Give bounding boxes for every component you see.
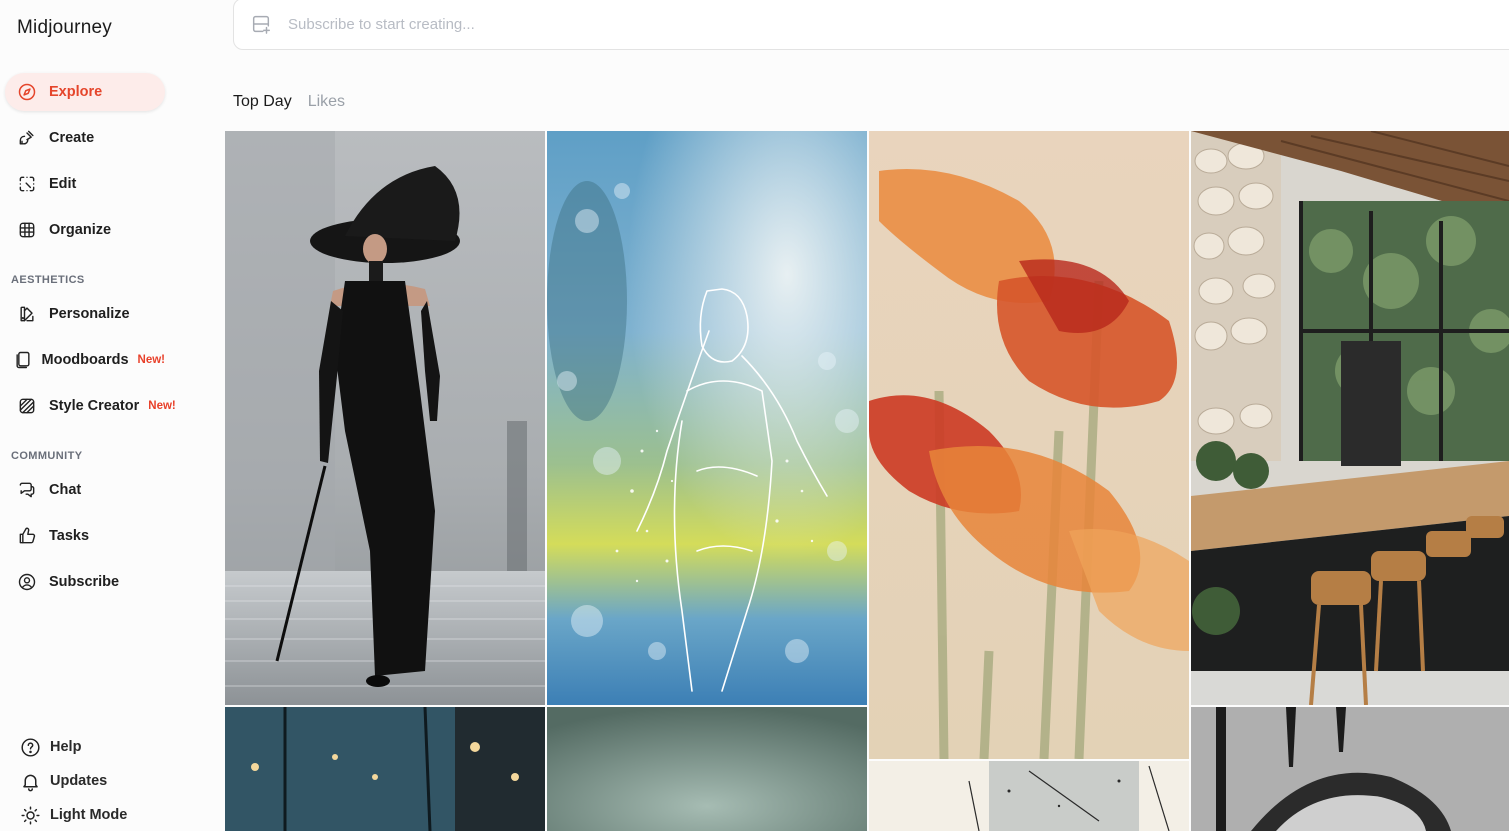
sidebar-item-label: Edit: [49, 176, 77, 192]
sidebar-item-edit[interactable]: Edit: [5, 165, 165, 203]
sidebar-item-moodboards[interactable]: Moodboards New!: [5, 341, 165, 379]
sidebar-item-label: Light Mode: [50, 807, 128, 823]
sidebar-item-subscribe[interactable]: Subscribe: [5, 563, 165, 601]
sun-icon: [18, 805, 42, 826]
sidebar-item-personalize[interactable]: Personalize: [5, 295, 165, 333]
app-logo[interactable]: Midjourney: [17, 17, 112, 39]
grid-icon: [5, 220, 49, 240]
sidebar-item-light-mode[interactable]: Light Mode: [18, 802, 127, 828]
prompt-input[interactable]: [288, 15, 888, 33]
section-heading-aesthetics: AESTHETICS: [11, 274, 85, 286]
gallery-image-bw-spears[interactable]: [1191, 707, 1509, 831]
image-add-icon[interactable]: [234, 13, 288, 35]
sidebar-item-organize[interactable]: Organize: [5, 211, 165, 249]
help-icon: [18, 737, 42, 758]
sidebar: Midjourney Explore Create Edit Organize …: [0, 0, 225, 831]
moodboard-icon: [5, 350, 42, 370]
personalize-icon: [5, 304, 49, 324]
gallery-image-ink-sketch[interactable]: [869, 761, 1189, 831]
prompt-bar: [233, 0, 1509, 50]
feed-tabs: Top Day Likes: [233, 93, 345, 111]
brush-icon: [5, 128, 49, 148]
sidebar-item-label: Explore: [49, 84, 103, 100]
tab-top-day[interactable]: Top Day: [233, 93, 292, 111]
gallery-image-kitchen-interior[interactable]: [1191, 131, 1509, 705]
sidebar-item-label: Organize: [49, 222, 112, 238]
new-badge: New!: [137, 354, 165, 366]
sidebar-item-label: Chat: [49, 482, 82, 498]
thumbs-up-icon: [5, 526, 49, 546]
sidebar-item-updates[interactable]: Updates: [18, 768, 107, 794]
style-creator-icon: [5, 396, 49, 416]
gallery-image-runway-fashion[interactable]: [225, 131, 545, 705]
gallery-image-orange-flowers[interactable]: [869, 131, 1189, 759]
sidebar-item-create[interactable]: Create: [5, 119, 165, 157]
bell-icon: [18, 771, 42, 792]
sidebar-item-label: Create: [49, 130, 95, 146]
sidebar-item-help[interactable]: Help: [18, 734, 81, 760]
tab-likes[interactable]: Likes: [308, 93, 345, 111]
sidebar-item-label: Subscribe: [49, 574, 120, 590]
sidebar-item-label: Tasks: [49, 528, 90, 544]
gallery-image-green-gradient[interactable]: [547, 707, 867, 831]
sidebar-item-label: Help: [50, 739, 82, 755]
sidebar-item-label: Moodboards: [41, 352, 129, 368]
sidebar-item-label: Personalize: [49, 306, 130, 322]
edit-icon: [5, 174, 49, 194]
user-circle-icon: [5, 572, 49, 592]
sidebar-item-explore[interactable]: Explore: [5, 73, 165, 111]
chat-icon: [5, 480, 49, 500]
gallery-image-night-window[interactable]: [225, 707, 545, 831]
sidebar-item-tasks[interactable]: Tasks: [5, 517, 165, 555]
sidebar-item-chat[interactable]: Chat: [5, 471, 165, 509]
sidebar-item-label: Style Creator: [49, 398, 140, 414]
section-heading-community: COMMUNITY: [11, 450, 83, 462]
compass-icon: [5, 82, 49, 102]
sidebar-item-label: Updates: [50, 773, 108, 789]
new-badge: New!: [148, 400, 176, 412]
gallery-image-sketch-girl[interactable]: [547, 131, 867, 705]
sidebar-item-style-creator[interactable]: Style Creator New!: [5, 387, 195, 425]
